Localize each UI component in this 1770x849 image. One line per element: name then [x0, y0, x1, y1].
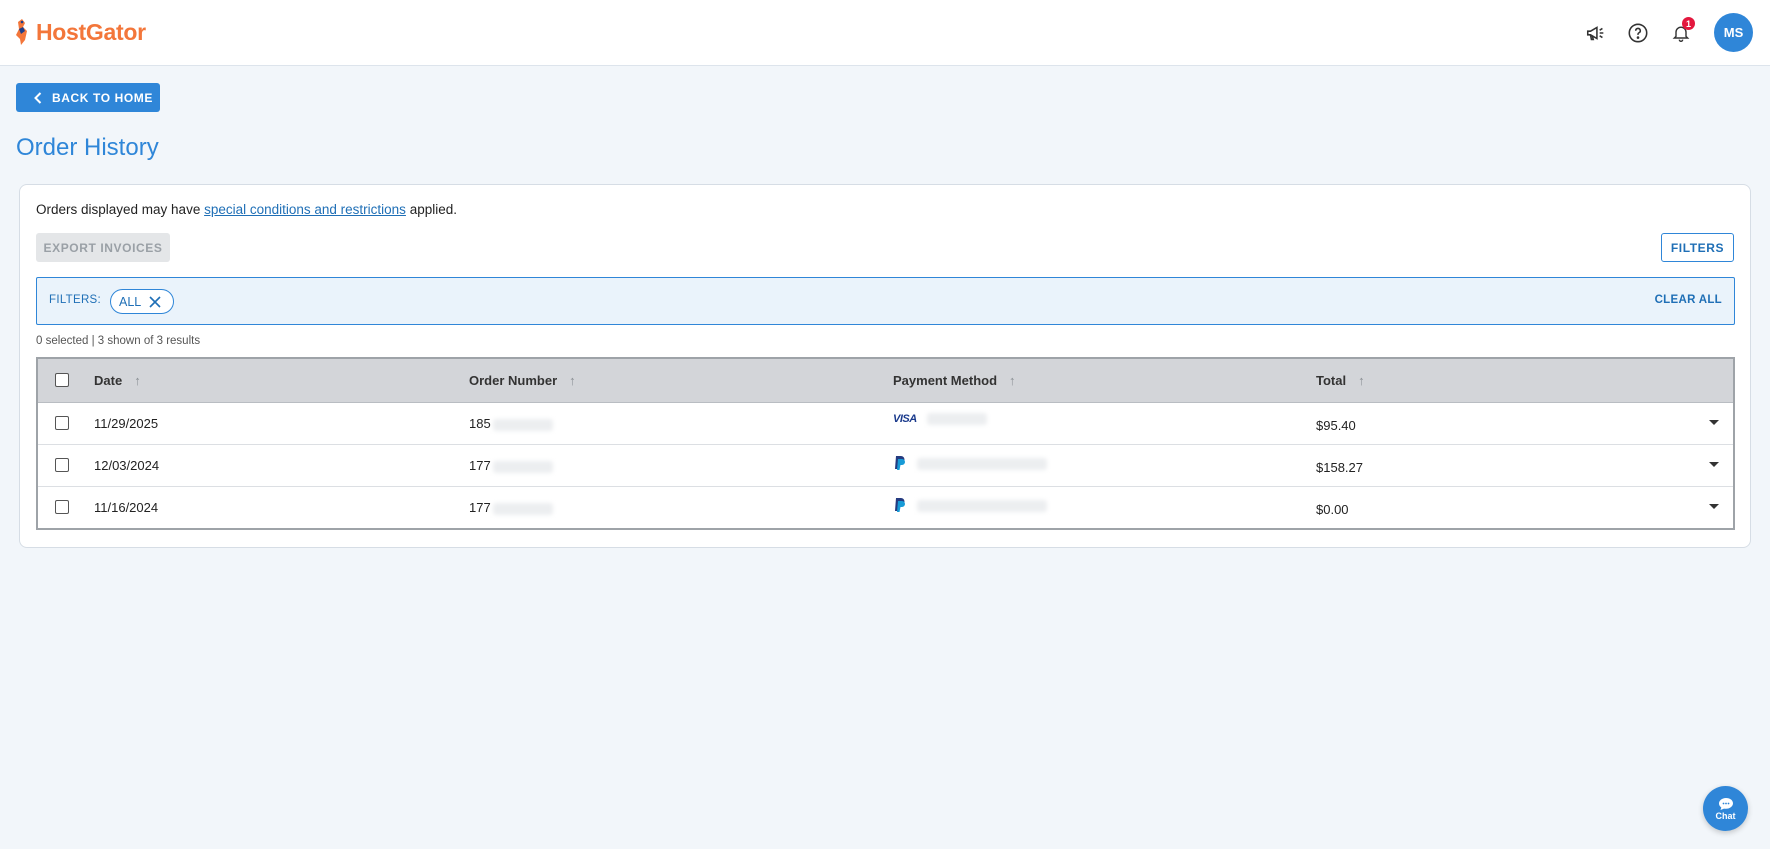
chat-bubble-icon: [1718, 797, 1733, 810]
filters-button[interactable]: FILTERS: [1661, 233, 1734, 262]
orders-table: Date ↑ Order Number ↑ Payment Method ↑ T…: [36, 357, 1735, 530]
chat-label: Chat: [1715, 810, 1736, 821]
active-filters-bar: FILTERS: ALL CLEAR ALL: [36, 277, 1735, 325]
chevron-left-icon: [34, 91, 42, 104]
clear-all-filters-link[interactable]: CLEAR ALL: [1655, 294, 1722, 306]
column-label: Order Number: [469, 373, 558, 388]
redacted-card: [926, 413, 987, 425]
back-to-home-button[interactable]: BACK TO HOME: [16, 83, 160, 112]
megaphone-icon[interactable]: [1582, 19, 1610, 47]
visa-icon: VISA: [893, 413, 917, 425]
bell-icon[interactable]: 1: [1667, 17, 1695, 47]
page-title: Order History: [16, 134, 159, 161]
sort-arrow-up-icon: ↑: [1009, 373, 1016, 388]
row-checkbox[interactable]: [55, 416, 69, 430]
payment-method: [893, 455, 1047, 473]
table-row[interactable]: 11/29/2025 185 VISA $95.40: [38, 403, 1733, 445]
gator-mascot-icon: [16, 19, 27, 45]
expand-row-caret-icon[interactable]: [1709, 420, 1719, 425]
sort-arrow-up-icon: ↑: [1358, 373, 1365, 388]
help-icon[interactable]: [1624, 19, 1652, 47]
table-row[interactable]: 12/03/2024 177 $158.27: [38, 445, 1733, 487]
table-row[interactable]: 11/16/2024 177 $0.00: [38, 487, 1733, 529]
filter-chip-all[interactable]: ALL: [110, 289, 175, 314]
chat-button[interactable]: Chat: [1703, 786, 1748, 831]
top-header: HostGator 1 MS: [0, 0, 1770, 66]
redacted-order-number: [492, 418, 553, 431]
brand-name: HostGator: [36, 18, 146, 45]
notice-suffix: applied.: [405, 202, 457, 217]
notice-prefix: Orders displayed may have: [36, 202, 205, 217]
redacted-order-number: [492, 460, 553, 473]
order-total: $0.00: [1316, 502, 1349, 517]
paypal-icon: [895, 498, 905, 512]
column-header-total[interactable]: Total ↑: [1316, 373, 1365, 388]
close-icon[interactable]: [149, 295, 161, 308]
order-total: $95.40: [1316, 418, 1356, 433]
order-number-visible: 177: [469, 458, 491, 473]
order-date: 12/03/2024: [94, 458, 160, 473]
user-avatar[interactable]: MS: [1714, 13, 1753, 52]
hostgator-logo[interactable]: HostGator: [12, 16, 146, 48]
select-all-checkbox[interactable]: [55, 373, 69, 387]
export-invoices-button[interactable]: EXPORT INVOICES: [36, 233, 170, 262]
order-number: 177: [469, 458, 553, 473]
order-history-card: Orders displayed may have special condit…: [19, 184, 1751, 548]
filters-label: FILTERS:: [49, 294, 102, 306]
selection-summary: 0 selected | 3 shown of 3 results: [36, 335, 201, 347]
back-label: BACK TO HOME: [52, 90, 153, 105]
row-checkbox[interactable]: [55, 458, 69, 472]
filter-chip-label: ALL: [119, 294, 142, 309]
order-number-visible: 185: [469, 416, 491, 431]
order-number-visible: 177: [469, 500, 491, 515]
column-label: Payment Method: [893, 373, 998, 388]
column-header-order-number[interactable]: Order Number ↑: [469, 373, 576, 388]
column-header-payment-method[interactable]: Payment Method ↑: [893, 373, 1016, 388]
special-conditions-link[interactable]: special conditions and restrictions: [204, 202, 406, 217]
column-header-date[interactable]: Date ↑: [94, 373, 141, 388]
column-label: Total: [1316, 373, 1347, 388]
table-header: Date ↑ Order Number ↑ Payment Method ↑ T…: [38, 359, 1733, 403]
notification-badge: 1: [1682, 17, 1695, 30]
orders-notice: Orders displayed may have special condit…: [36, 202, 457, 217]
order-total: $158.27: [1316, 460, 1363, 475]
column-label: Date: [94, 373, 123, 388]
order-date: 11/29/2025: [94, 416, 159, 431]
order-date: 11/16/2024: [94, 500, 159, 515]
redacted-email: [917, 458, 1047, 470]
redacted-email: [917, 500, 1047, 512]
sort-arrow-up-icon: ↑: [134, 373, 141, 388]
row-checkbox[interactable]: [55, 500, 69, 514]
order-number: 177: [469, 500, 553, 515]
payment-method: [893, 497, 1047, 515]
order-number: 185: [469, 416, 553, 431]
sort-arrow-up-icon: ↑: [569, 373, 576, 388]
redacted-order-number: [492, 502, 553, 515]
payment-method: VISA: [893, 413, 987, 425]
paypal-icon: [895, 456, 905, 470]
expand-row-caret-icon[interactable]: [1709, 504, 1719, 509]
expand-row-caret-icon[interactable]: [1709, 462, 1719, 467]
